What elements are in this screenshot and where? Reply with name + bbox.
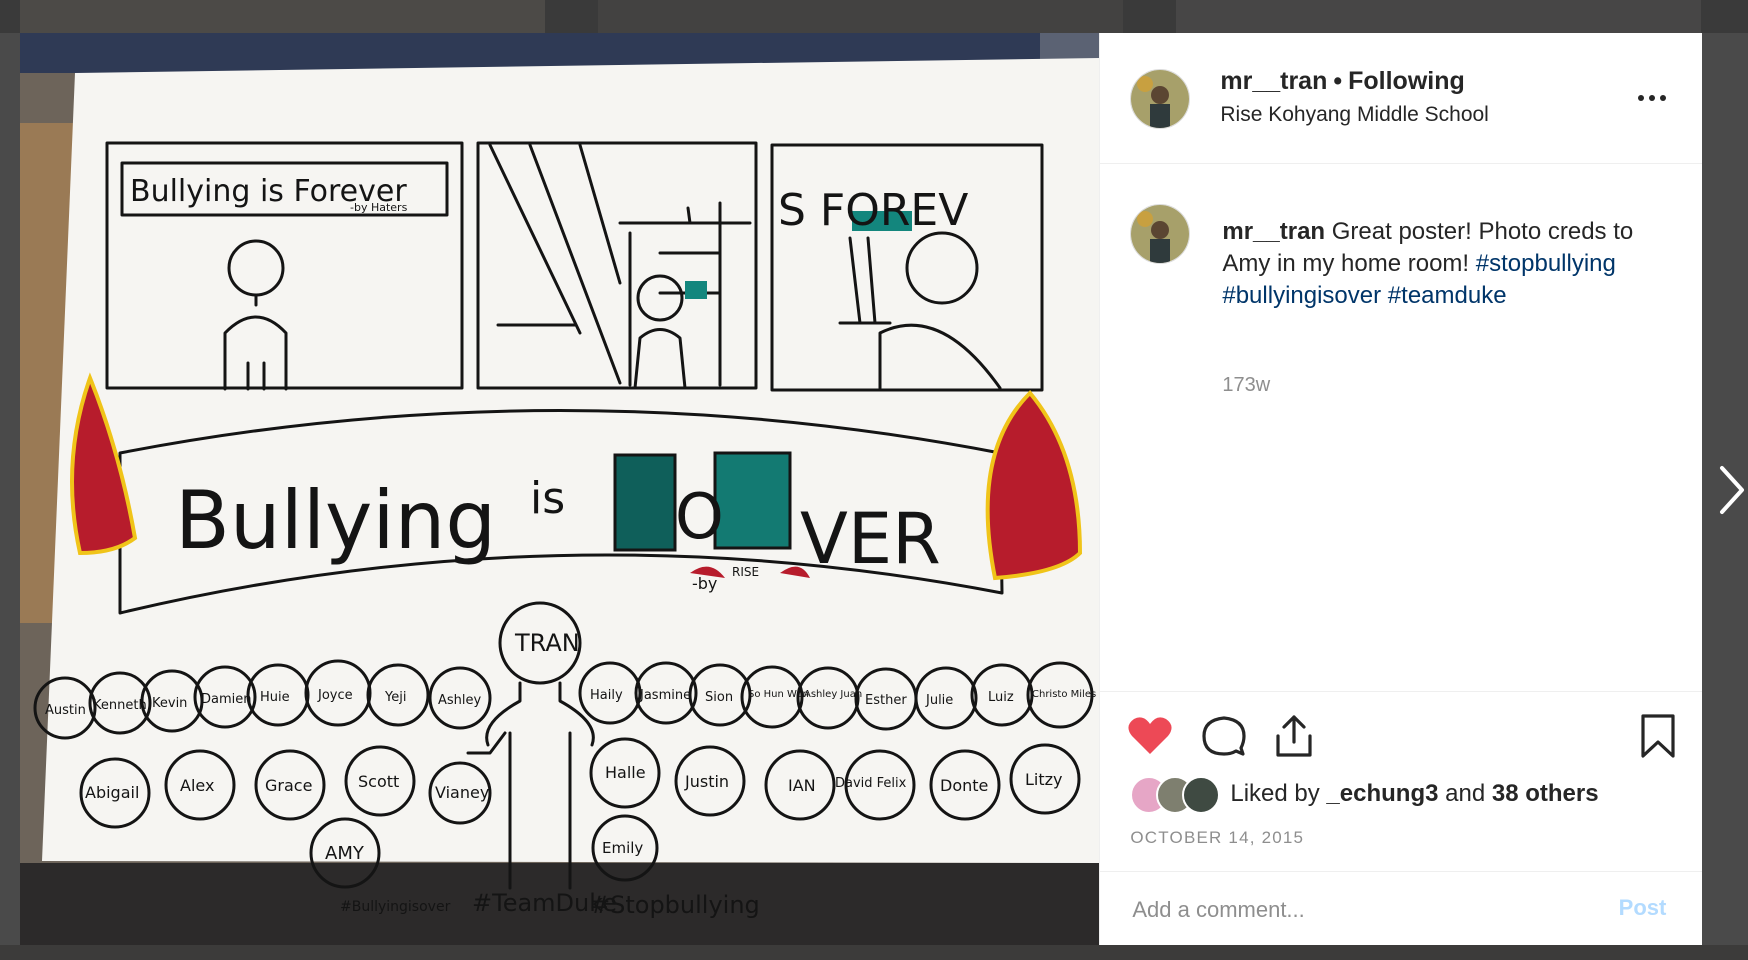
name-label: Ashley Juan (804, 689, 862, 700)
name-label: Ashley (438, 693, 482, 708)
name-label: Kenneth (93, 698, 147, 713)
share-icon[interactable] (1270, 712, 1318, 760)
more-options-icon[interactable] (1632, 91, 1672, 105)
likes-prefix: Liked by (1230, 780, 1320, 807)
name-label: Damien (201, 692, 252, 707)
banner-word-is: is (530, 473, 565, 524)
banner-letter-o: O (675, 480, 724, 553)
name-label: Emily (602, 839, 643, 857)
caption-avatar[interactable] (1130, 204, 1191, 264)
caption-username[interactable]: mr__tran (1222, 218, 1325, 245)
comment-form: Post (1100, 871, 1703, 946)
post-actions: Liked by _echung3 and 38 others OCTOBER … (1100, 691, 1703, 872)
hashtag-link[interactable]: #bullyingisover (1222, 282, 1381, 309)
name-label: Scott (358, 772, 399, 791)
name-label: Litzy (1025, 770, 1063, 789)
name-label: Huie (260, 690, 290, 705)
name-label: So Hun Won (748, 689, 809, 700)
name-label: Alex (180, 776, 214, 795)
name-label: Grace (265, 776, 312, 795)
name-label: Jasmine (639, 688, 691, 703)
chevron-right-icon[interactable] (1716, 460, 1748, 520)
liker-avatar[interactable] (1182, 776, 1221, 814)
header-separator: • (1333, 67, 1343, 95)
banner-word-bullying: Bullying (175, 474, 496, 567)
name-label: Halle (605, 763, 646, 782)
likes-text: Liked by _echung3 and 38 others (1230, 780, 1598, 808)
first-liker-link[interactable]: _echung3 (1326, 780, 1438, 807)
name-label: Yeji (384, 690, 406, 705)
background-feed-bottom (0, 945, 1748, 960)
action-bar (1126, 712, 1686, 760)
banner-word-ver: VER (800, 498, 941, 580)
post-location[interactable]: Rise Kohyang Middle School (1220, 103, 1489, 127)
banner-credit: -by (692, 574, 717, 593)
name-label: Christo Miles (1032, 689, 1096, 700)
comment-input[interactable] (1130, 890, 1575, 930)
post-header: mr__tran • Following Rise Kohyang Middle S… (1100, 33, 1703, 164)
others-likes-link[interactable]: 38 others (1492, 780, 1599, 807)
name-label: Abigail (85, 783, 139, 802)
center-figure-label: TRAN (514, 629, 580, 657)
caption-age[interactable]: 173w (1222, 374, 1270, 397)
author-avatar[interactable] (1130, 69, 1191, 129)
banner-credit-rise: RISE (732, 565, 759, 579)
comment-icon[interactable] (1200, 712, 1248, 760)
name-label: Sion (705, 690, 733, 705)
author-username[interactable]: mr__tran (1220, 67, 1327, 95)
poster-hashtag: #Bullyingisover (340, 899, 451, 915)
name-label: Esther (865, 693, 907, 708)
name-label: Donte (940, 776, 988, 795)
hashtag-link[interactable]: #teamduke (1388, 282, 1507, 309)
likes-joiner: and (1445, 780, 1486, 807)
name-label: Austin (45, 703, 86, 718)
panel3-sign-text: S FOREV (778, 185, 968, 236)
caption-text: mr__tran Great poster! Photo creds to Am… (1222, 216, 1662, 312)
name-label: Vianey (435, 783, 489, 802)
name-label: Julie (925, 693, 953, 708)
name-label: IAN (788, 776, 816, 795)
post-date[interactable]: OCTOBER 14, 2015 (1130, 828, 1304, 848)
name-label: David Felix (835, 776, 907, 791)
name-label: Haily (590, 688, 623, 703)
post-sidebar: mr__tran • Following Rise Kohyang Middle S… (1099, 33, 1703, 946)
header-author-line: mr__tran • Following (1220, 67, 1464, 96)
poster-hashtag: #Stopbullying (590, 891, 760, 919)
name-label: Luiz (988, 690, 1014, 705)
name-label: Kevin (152, 696, 187, 711)
poster-image: Bullying is Forever -by Haters S FOREV B… (20, 33, 1100, 945)
heart-icon[interactable] (1126, 712, 1174, 760)
panel1-sign-credit: -by Haters (350, 201, 408, 214)
bookmark-icon[interactable] (1634, 712, 1682, 760)
liker-avatars (1130, 776, 1226, 814)
post-photo: Bullying is Forever -by Haters S FOREV B… (20, 33, 1100, 945)
likes-summary: Liked by _echung3 and 38 others (1130, 776, 1599, 814)
name-label: Justin (684, 772, 729, 791)
follow-status[interactable]: Following (1348, 67, 1465, 95)
post-modal: Bullying is Forever -by Haters S FOREV B… (20, 33, 1703, 946)
name-label: AMY (325, 843, 365, 864)
hashtag-link[interactable]: #stopbullying (1476, 250, 1616, 277)
name-label: Joyce (317, 688, 353, 703)
post-comment-button[interactable]: Post (1613, 894, 1673, 922)
